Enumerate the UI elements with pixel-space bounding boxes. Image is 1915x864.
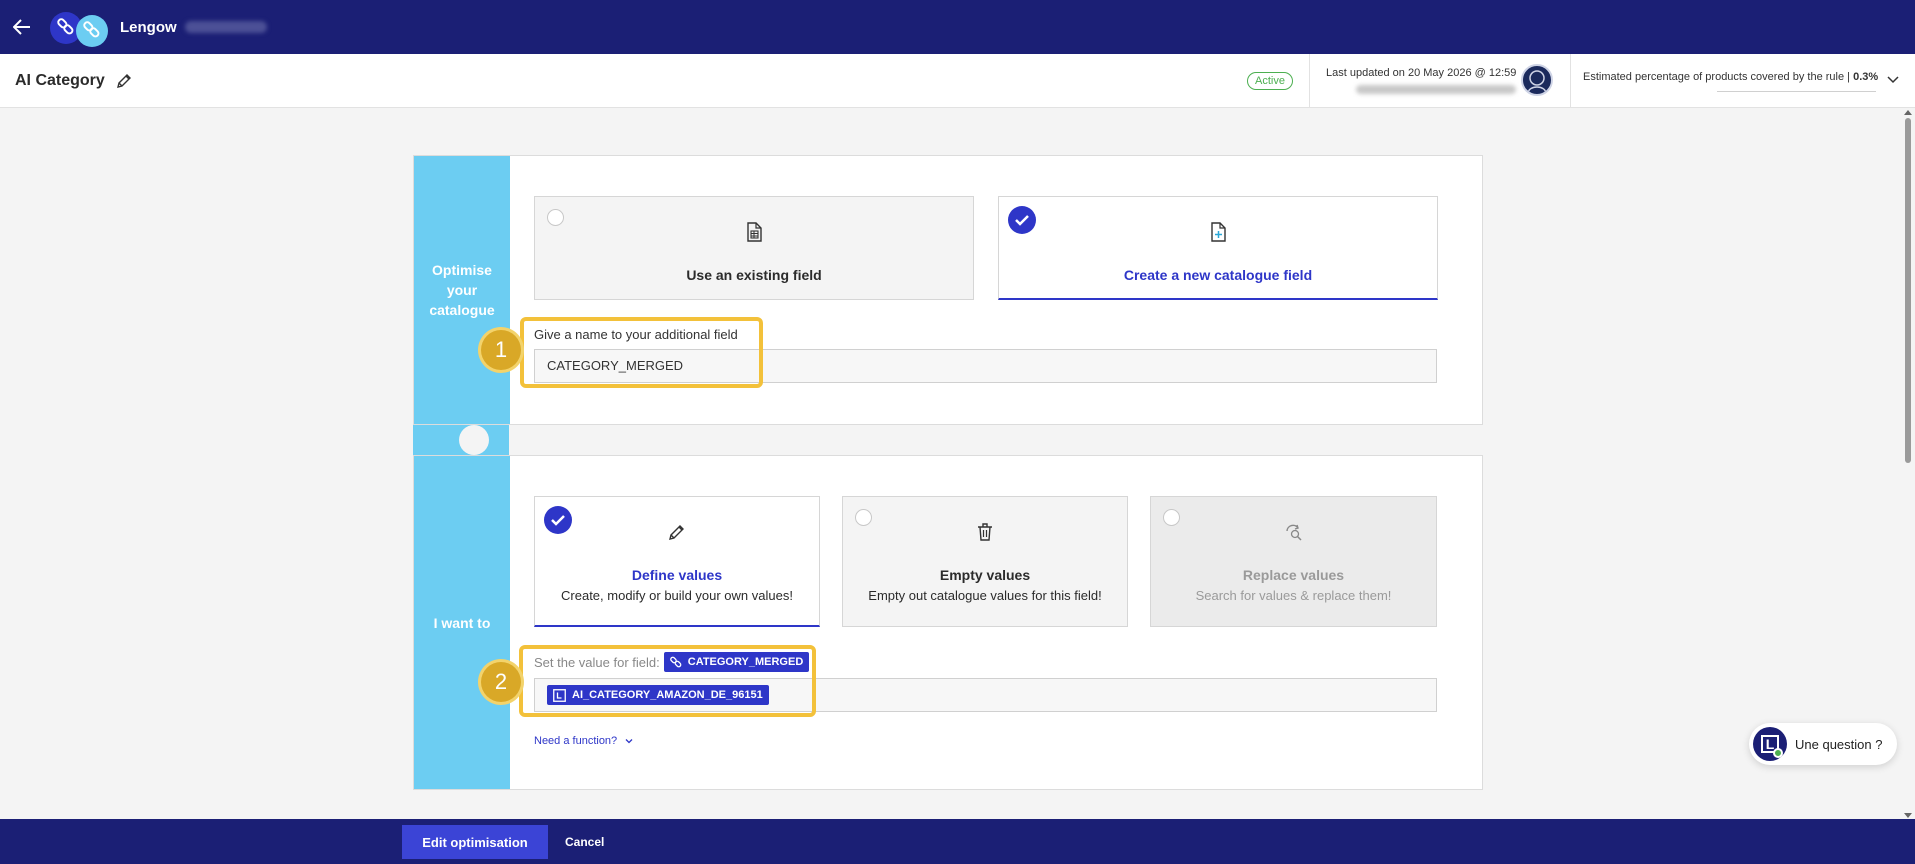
- option-empty-values[interactable]: Empty values Empty out catalogue values …: [842, 496, 1128, 627]
- option-title: Create a new catalogue field: [1123, 267, 1313, 283]
- highlight-frame: [520, 317, 763, 388]
- step-badge: 2: [481, 662, 521, 702]
- user-email-blurred: [1356, 85, 1516, 94]
- trash-icon: [978, 523, 992, 541]
- page-scrollbar[interactable]: [1903, 110, 1913, 818]
- option-subtitle: Empty out catalogue values for this fiel…: [868, 588, 1102, 603]
- option-title: Define values: [631, 567, 723, 583]
- avatar[interactable]: [1521, 64, 1553, 96]
- radio-unchecked[interactable]: [855, 509, 872, 526]
- checkmark-icon: [1008, 206, 1036, 234]
- brand-name: Lengow: [120, 18, 177, 36]
- coverage-estimate: Estimated percentage of products covered…: [1583, 71, 1878, 83]
- replace-icon: [1285, 524, 1302, 541]
- pencil-icon: [669, 525, 684, 540]
- scrollbar-thumb[interactable]: [1905, 118, 1911, 463]
- chat-help-button[interactable]: L Une question ?: [1749, 723, 1897, 765]
- radio-unchecked[interactable]: [1163, 509, 1180, 526]
- option-title: Use an existing field: [686, 267, 822, 283]
- page-title: AI Category: [15, 71, 105, 89]
- scroll-down-icon[interactable]: [1904, 813, 1912, 818]
- checkmark-icon: [544, 506, 572, 534]
- status-badge: Active: [1247, 72, 1293, 90]
- account-name-blurred: [184, 21, 267, 33]
- footer-action-bar: Edit optimisation Cancel: [0, 819, 1915, 864]
- option-subtitle: Search for values & replace them!: [1195, 588, 1392, 603]
- option-create-new-field[interactable]: Create a new catalogue field: [998, 196, 1438, 300]
- section-label: I want to: [414, 456, 510, 789]
- option-title: Replace values: [1242, 567, 1345, 583]
- option-replace-values[interactable]: Replace values Search for values & repla…: [1150, 496, 1437, 627]
- highlight-frame: [519, 645, 816, 717]
- table-file-icon: [747, 222, 762, 242]
- need-function-link[interactable]: Need a function?: [534, 735, 634, 747]
- online-status-dot: [1773, 748, 1783, 758]
- option-define-values[interactable]: Define values Create, modify or build yo…: [534, 496, 820, 627]
- page-header: AI Category Active Last updated on 20 Ma…: [0, 54, 1915, 108]
- pencil-icon[interactable]: [115, 72, 133, 90]
- edit-optimisation-button[interactable]: Edit optimisation: [402, 825, 548, 859]
- chevron-down-icon: [625, 739, 633, 744]
- i-want-to-card: I want to Define values Create, modify o…: [413, 455, 1483, 790]
- header-divider: [1570, 54, 1571, 108]
- section-label: Optimise your catalogue: [414, 156, 510, 424]
- lengow-logo[interactable]: [50, 7, 114, 47]
- file-plus-icon: [1211, 222, 1226, 242]
- scroll-up-icon[interactable]: [1904, 110, 1912, 115]
- coverage-underline: [1717, 91, 1876, 92]
- option-subtitle: Create, modify or build your own values!: [561, 588, 793, 603]
- coverage-value: 0.3%: [1853, 71, 1879, 83]
- header-divider: [1309, 54, 1310, 108]
- top-bar: Lengow: [0, 0, 1915, 54]
- chevron-down-icon[interactable]: [1886, 72, 1900, 86]
- option-use-existing-field[interactable]: Use an existing field: [534, 196, 974, 300]
- connector-notch: [459, 425, 489, 455]
- radio-unchecked[interactable]: [547, 209, 564, 226]
- option-title: Empty values: [939, 567, 1031, 583]
- last-updated-text: Last updated on 20 May 2026 @ 12:59: [1326, 67, 1517, 79]
- back-arrow-icon[interactable]: [0, 0, 44, 54]
- cancel-button[interactable]: Cancel: [565, 825, 604, 859]
- chat-help-label: Une question ?: [1795, 736, 1883, 752]
- coverage-label: Estimated percentage of products covered…: [1583, 71, 1851, 83]
- step-badge: 1: [481, 330, 521, 370]
